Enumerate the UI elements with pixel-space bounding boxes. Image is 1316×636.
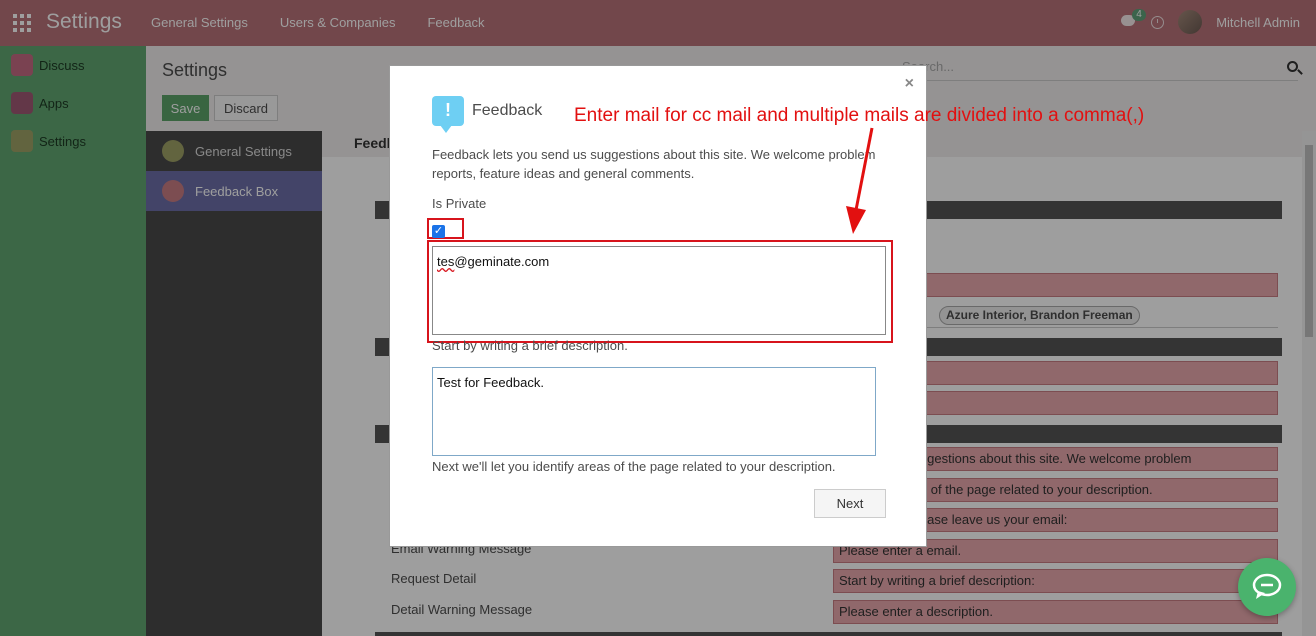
livechat-button[interactable]	[1238, 558, 1296, 616]
feedback-logo-icon: !	[432, 96, 464, 133]
cc-email-field[interactable]: tes@geminate.com	[432, 246, 886, 335]
description-hint: Start by writing a brief description.	[432, 338, 628, 353]
annotation-arrow-icon	[846, 127, 874, 234]
next-button[interactable]: Next	[814, 489, 886, 518]
dialog-title: Feedback	[472, 102, 543, 119]
annotation-text: Enter mail for cc mail and multiple mail…	[574, 105, 1145, 126]
cc-email-suffix: @geminate.com	[454, 254, 550, 269]
cc-email-prefix: tes	[437, 254, 455, 269]
description-field[interactable]: Test for Feedback.	[432, 367, 876, 456]
next-hint: Next we'll let you identify areas of the…	[432, 459, 836, 474]
dialog-intro: Feedback lets you send us suggestions ab…	[432, 147, 876, 181]
is-private-checkbox[interactable]: ✓	[432, 225, 445, 238]
close-icon[interactable]: ×	[905, 75, 914, 93]
chat-icon	[1252, 573, 1282, 599]
is-private-label: Is Private	[432, 196, 487, 211]
